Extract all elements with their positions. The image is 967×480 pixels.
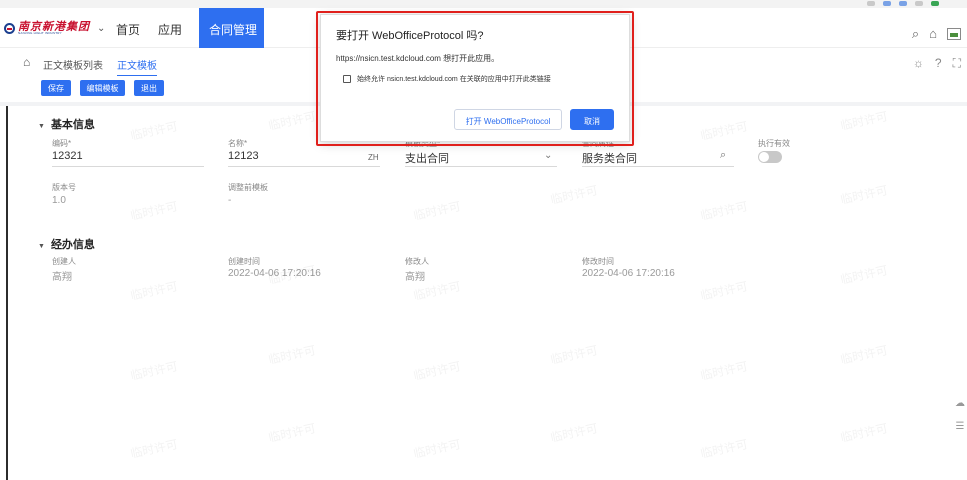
save-button[interactable]: 保存 [41, 80, 71, 96]
watermark: 临时许可 [549, 343, 600, 367]
extension-icon[interactable] [915, 1, 923, 6]
header-tools: ⌕ ⌂ [912, 27, 961, 40]
always-allow-option[interactable]: 始终允许 nsicn.test.kdcloud.com 在关联的应用中打开此类链… [343, 74, 551, 84]
browser-extension-icons [867, 1, 939, 6]
watermark: 临时许可 [699, 119, 750, 143]
watermark: 临时许可 [839, 343, 890, 367]
search-icon[interactable]: ⌕ [912, 27, 919, 40]
prev-template-label: 调整前模板 [228, 183, 268, 192]
watermark: 临时许可 [267, 109, 318, 133]
modified-time-label: 修改时间 [582, 257, 614, 266]
watermark: 临时许可 [129, 359, 180, 383]
section-basic-info-title: 基本信息 [50, 119, 95, 131]
dialog-message: https://nsicn.test.kdcloud.com 想打开此应用。 [336, 54, 500, 63]
floating-side-tools: ☁ ☰ [953, 398, 967, 432]
version-value: 1.0 [52, 195, 66, 206]
chevron-down-icon[interactable]: ⌄ [544, 150, 552, 161]
watermark: 临时许可 [267, 343, 318, 367]
contract-attr-underline [582, 166, 734, 167]
chat-icon[interactable]: ☰ [956, 421, 965, 432]
name-label: 名称* [228, 139, 248, 148]
watermark: 临时许可 [699, 359, 750, 383]
watermark: 临时许可 [699, 437, 750, 461]
version-label: 版本号 [52, 183, 76, 192]
modifier-label: 修改人 [405, 257, 429, 266]
exit-button[interactable]: 退出 [134, 80, 164, 96]
watermark: 临时许可 [129, 199, 180, 223]
nav-contract-management[interactable]: 合同管理 [199, 8, 264, 48]
watermark: 临时许可 [699, 199, 750, 223]
bag-icon[interactable]: ⌂ [929, 27, 937, 40]
modified-time-value: 2022-04-06 17:20:16 [582, 268, 675, 279]
prev-template-value: - [228, 195, 232, 206]
watermark: 临时许可 [549, 421, 600, 445]
open-protocol-dialog: 要打开 WebOfficeProtocol 吗? https://nsicn.t… [320, 14, 630, 142]
left-edge-bar [6, 106, 8, 480]
template-type-select[interactable]: 支出合同 [405, 150, 449, 166]
watermark: 临时许可 [412, 199, 463, 223]
always-allow-checkbox[interactable] [343, 75, 351, 83]
home-icon[interactable]: ⌂ [23, 55, 30, 69]
tab-template[interactable]: 正文模板 [117, 57, 157, 77]
chevron-down-icon[interactable]: ⌄ [97, 23, 105, 34]
avatar-image-icon[interactable] [947, 27, 961, 40]
fullscreen-icon[interactable]: ⛶ [953, 56, 961, 71]
section-handling-info[interactable]: ▼ 经办信息 [38, 236, 95, 252]
template-type-underline [405, 166, 557, 167]
modifier-value: 高翔 [405, 272, 425, 283]
name-field[interactable]: 12123 [228, 150, 259, 162]
watermark: 临时许可 [267, 421, 318, 445]
cloud-icon[interactable]: ☁ [955, 398, 965, 409]
code-underline [52, 166, 204, 167]
logo-subtext: NANJING HIGHT INDUSTRY [18, 31, 62, 35]
watermark: 临时许可 [699, 279, 750, 303]
help-icon[interactable]: ? [935, 56, 942, 71]
section-basic-info[interactable]: ▼ 基本信息 [38, 116, 95, 132]
watermark: 临时许可 [129, 437, 180, 461]
cancel-button[interactable]: 取消 [570, 109, 614, 130]
watermark: 临时许可 [839, 263, 890, 287]
watermark: 临时许可 [839, 109, 890, 133]
nav-apps[interactable]: 应用 [158, 21, 182, 38]
code-field[interactable]: 12321 [52, 150, 83, 162]
watermark: 临时许可 [839, 183, 890, 207]
watermark: 临时许可 [267, 263, 318, 287]
logo-mark-icon [4, 22, 15, 34]
extension-icon[interactable] [931, 1, 939, 6]
watermark: 临时许可 [549, 183, 600, 207]
theme-icon[interactable]: ☼ [913, 56, 924, 71]
watermark: 临时许可 [412, 359, 463, 383]
page-tools: ☼ ? ⛶ [913, 56, 961, 71]
name-underline [228, 166, 380, 167]
effective-toggle[interactable] [758, 151, 782, 163]
caret-down-icon: ▼ [38, 243, 45, 250]
browser-chrome-strip [0, 0, 967, 8]
extension-icon[interactable] [867, 1, 875, 6]
creator-label: 创建人 [52, 257, 76, 266]
watermark: 临时许可 [129, 119, 180, 143]
caret-down-icon: ▼ [38, 123, 45, 130]
dialog-title: 要打开 WebOfficeProtocol 吗? [336, 30, 484, 42]
extension-icon[interactable] [899, 1, 907, 6]
code-label: 编码* [52, 139, 72, 148]
watermark: 临时许可 [412, 437, 463, 461]
creator-value: 高翔 [52, 272, 72, 283]
language-suffix[interactable]: ZH [368, 153, 379, 162]
search-icon[interactable]: ⌕ [720, 149, 726, 162]
company-logo[interactable]: 南京新港集团 NANJING HIGHT INDUSTRY ⌄ [4, 21, 105, 35]
extension-icon[interactable] [883, 1, 891, 6]
always-allow-label: 始终允许 nsicn.test.kdcloud.com 在关联的应用中打开此类链… [357, 76, 551, 83]
open-protocol-button[interactable]: 打开 WebOfficeProtocol [454, 109, 562, 130]
contract-attr-field[interactable]: 服务类合同 [582, 150, 637, 166]
tab-template-list[interactable]: 正文模板列表 [43, 57, 103, 72]
created-time-label: 创建时间 [228, 257, 260, 266]
nav-home[interactable]: 首页 [116, 21, 140, 38]
watermark: 临时许可 [839, 421, 890, 445]
edit-template-button[interactable]: 编辑模板 [80, 80, 125, 96]
effective-label: 执行有效 [758, 139, 790, 148]
section-handling-info-title: 经办信息 [50, 239, 95, 251]
watermark: 临时许可 [129, 279, 180, 303]
